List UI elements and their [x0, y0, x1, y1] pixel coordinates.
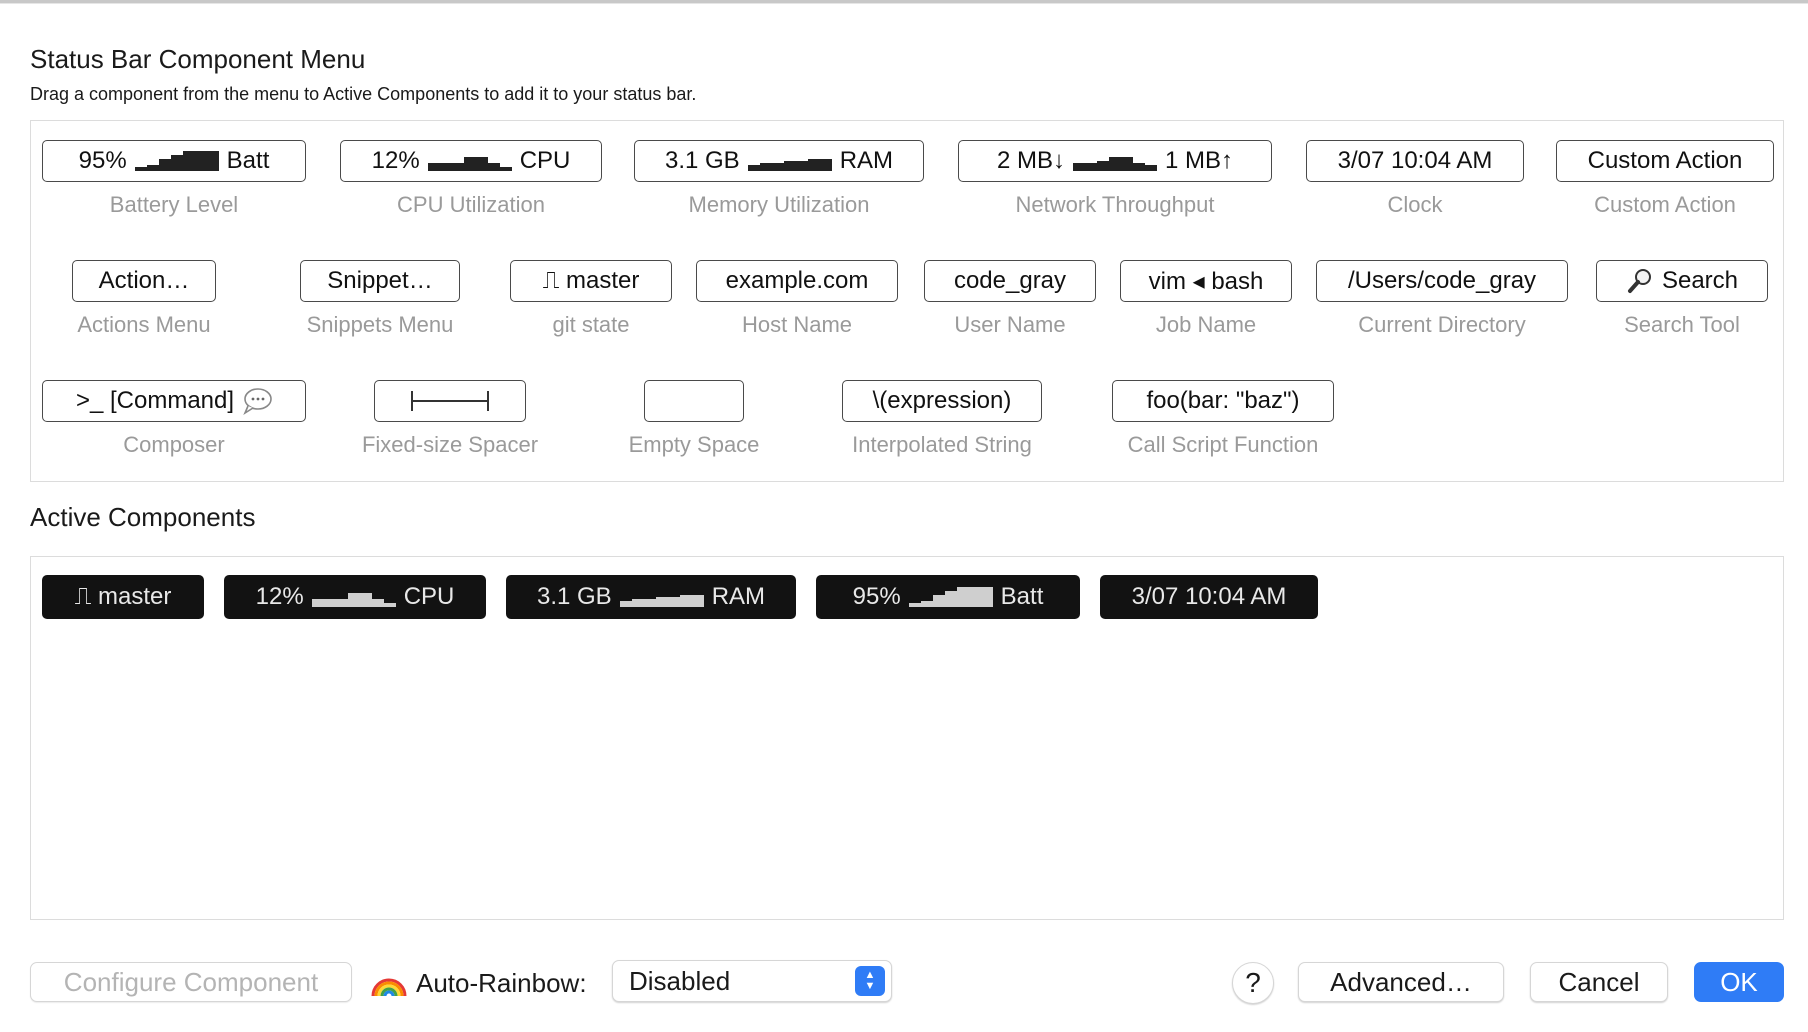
cpu-sparkline-icon: [427, 151, 512, 171]
network-down-value: 2 MB↓: [996, 147, 1065, 174]
memory-unit: RAM: [839, 147, 894, 174]
interpolated-caption: Interpolated String: [852, 432, 1032, 457]
page-title: Status Bar Component Menu: [30, 44, 366, 74]
empty-space-caption: Empty Space: [628, 432, 760, 457]
auto-rainbow-value: Disabled: [629, 965, 731, 996]
active-components-title: Active Components: [30, 502, 256, 532]
cpu-chip[interactable]: 12% CPU: [340, 140, 602, 182]
clock-chip[interactable]: 3/07 10:04 AM: [1306, 140, 1524, 182]
active-git-label: ⎍ master: [74, 583, 172, 610]
battery-caption: Battery Level: [109, 192, 239, 217]
network-up-value: 1 MB↑: [1165, 147, 1234, 174]
active-memory-unit: RAM: [711, 583, 766, 610]
job-caption: Job Name: [1155, 312, 1257, 337]
user-chip[interactable]: code_gray: [924, 260, 1096, 302]
updown-stepper-icon: ▲ ▼: [855, 966, 885, 996]
rainbow-icon: [371, 978, 407, 997]
battery-unit: Batt: [226, 147, 270, 174]
interpolated-chip[interactable]: \(expression): [842, 380, 1042, 422]
network-caption: Network Throughput: [1015, 192, 1215, 217]
active-memory-chip[interactable]: 3.1 GB RAM: [506, 575, 796, 619]
active-memory-sparkline-icon: [619, 587, 704, 607]
active-battery-value: 95%: [852, 583, 901, 610]
empty-space-chip[interactable]: [644, 380, 744, 422]
search-label: Search: [1661, 267, 1739, 294]
ok-button[interactable]: OK: [1694, 962, 1784, 1002]
battery-value: 95%: [78, 147, 127, 174]
script-function-caption: Call Script Function: [1127, 432, 1319, 457]
search-caption: Search Tool: [1624, 312, 1740, 337]
user-caption: User Name: [954, 312, 1066, 337]
active-cpu-chip[interactable]: 12% CPU: [224, 575, 486, 619]
active-git-chip[interactable]: ⎍ master: [42, 575, 204, 619]
active-clock-label: 3/07 10:04 AM: [1131, 583, 1287, 610]
speech-bubble-icon: [243, 388, 272, 415]
network-sparkline-icon: [1073, 151, 1157, 171]
actions-chip[interactable]: Action…: [72, 260, 216, 302]
script-function-chip[interactable]: foo(bar: "baz"): [1112, 380, 1334, 422]
clock-caption: Clock: [1387, 192, 1443, 217]
cpu-caption: CPU Utilization: [397, 192, 545, 217]
battery-chip[interactable]: 95% Batt: [42, 140, 306, 182]
cancel-button[interactable]: Cancel: [1530, 962, 1668, 1002]
help-button[interactable]: ?: [1232, 962, 1274, 1004]
composer-label: >_ [Command]: [75, 387, 235, 414]
composer-caption: Composer: [123, 432, 225, 457]
auto-rainbow-text: Auto-Rainbow:: [416, 967, 587, 998]
active-battery-chip[interactable]: 95% Batt: [816, 575, 1080, 619]
composer-chip[interactable]: >_ [Command]: [42, 380, 306, 422]
magnifier-icon: [1627, 269, 1651, 293]
battery-sparkline-icon: [134, 151, 219, 171]
snippets-chip[interactable]: Snippet…: [300, 260, 460, 302]
fixed-spacer-chip[interactable]: [374, 380, 526, 422]
custom-action-caption: Custom Action: [1594, 192, 1736, 217]
fixed-spacer-caption: Fixed-size Spacer: [361, 432, 539, 457]
active-cpu-unit: CPU: [403, 583, 455, 610]
network-chip[interactable]: 2 MB↓ 1 MB↑: [958, 140, 1272, 182]
git-caption: git state: [552, 312, 630, 337]
active-battery-sparkline-icon: [908, 587, 993, 607]
custom-action-chip[interactable]: Custom Action: [1556, 140, 1774, 182]
configure-component-button[interactable]: Configure Component: [30, 962, 352, 1002]
search-chip[interactable]: Search: [1596, 260, 1768, 302]
cpu-unit: CPU: [519, 147, 571, 174]
auto-rainbow-select[interactable]: Disabled ▲ ▼: [612, 960, 892, 1002]
spacer-width-icon: [411, 391, 489, 411]
git-chip[interactable]: ⎍ master: [510, 260, 672, 302]
actions-caption: Actions Menu: [77, 312, 211, 337]
cpu-value: 12%: [371, 147, 420, 174]
advanced-button[interactable]: Advanced…: [1298, 962, 1504, 1002]
memory-sparkline-icon: [747, 151, 832, 171]
auto-rainbow-label: Auto-Rainbow:: [370, 962, 587, 1004]
active-battery-unit: Batt: [1000, 583, 1044, 610]
memory-caption: Memory Utilization: [688, 192, 870, 217]
active-cpu-value: 12%: [255, 583, 304, 610]
active-cpu-sparkline-icon: [311, 587, 396, 607]
host-chip[interactable]: example.com: [696, 260, 898, 302]
active-clock-chip[interactable]: 3/07 10:04 AM: [1100, 575, 1318, 619]
memory-value: 3.1 GB: [664, 147, 740, 174]
directory-caption: Current Directory: [1358, 312, 1526, 337]
snippets-caption: Snippets Menu: [306, 312, 454, 337]
active-memory-value: 3.1 GB: [536, 583, 612, 610]
job-chip[interactable]: vim ◂ bash: [1120, 260, 1292, 302]
directory-chip[interactable]: /Users/code_gray: [1316, 260, 1568, 302]
memory-chip[interactable]: 3.1 GB RAM: [634, 140, 924, 182]
window-top-edge-highlight: [0, 3, 1808, 4]
host-caption: Host Name: [741, 312, 853, 337]
page-subtitle: Drag a component from the menu to Active…: [30, 84, 697, 104]
git-branch-label: ⎍ master: [542, 267, 640, 294]
